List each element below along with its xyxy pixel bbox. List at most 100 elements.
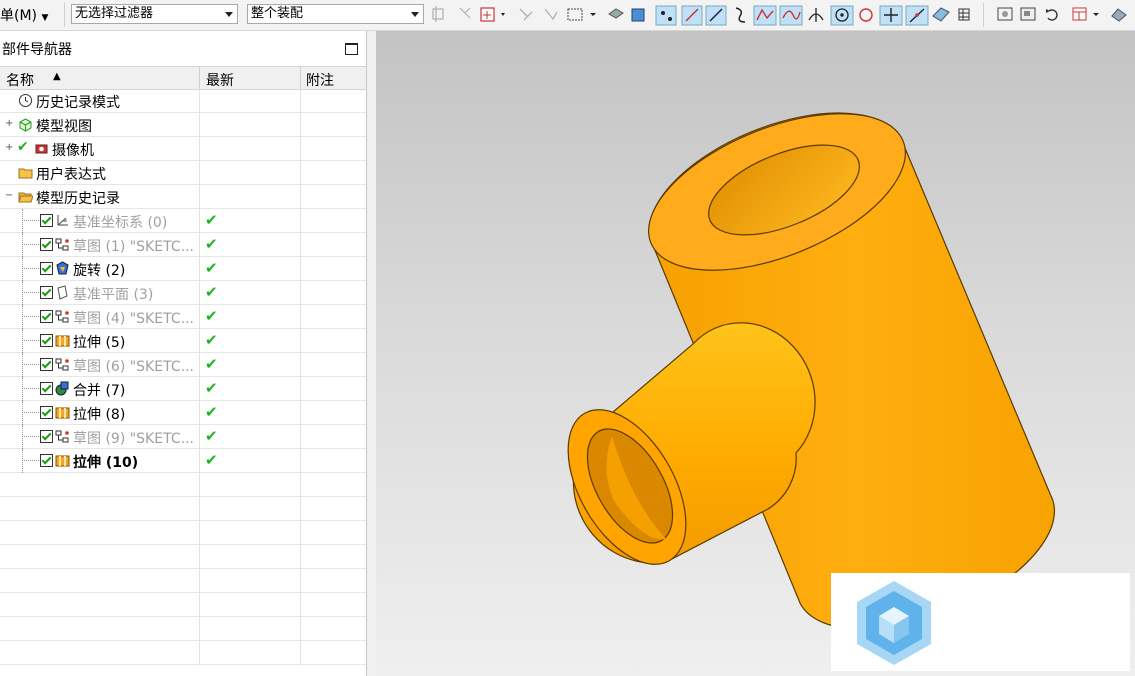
tree-row[interactable]: 拉伸 (5) ✔	[0, 329, 366, 353]
feature-checkbox[interactable]	[40, 430, 53, 443]
column-divider	[199, 209, 200, 233]
column-divider	[300, 401, 301, 425]
collapse-icon[interactable]: −	[5, 191, 13, 201]
tree-row[interactable]: 基准坐标系 (0) ✔	[0, 209, 366, 233]
tree-row[interactable]: 草图 (9) "SKETC... ✔	[0, 425, 366, 449]
tree-row-label: 旋转 (2)	[73, 263, 126, 279]
intersection-icon	[879, 5, 903, 26]
graphics-viewport[interactable]	[376, 31, 1135, 676]
tree-row[interactable]: 历史记录模式	[0, 89, 366, 113]
tree-row[interactable]: 草图 (6) "SKETC... ✔	[0, 353, 366, 377]
clock-icon	[18, 93, 33, 108]
tree-row[interactable]: 拉伸 (10) ✔	[0, 449, 366, 473]
up-to-date-check-icon: ✔	[205, 355, 218, 373]
connect-gray-icon	[519, 8, 533, 21]
watermark-box	[831, 573, 1130, 671]
column-divider	[199, 593, 200, 617]
tree-row-label: 草图 (6) "SKETC...	[73, 359, 194, 375]
quadrant-icon	[859, 8, 873, 22]
empty-row	[0, 521, 366, 545]
column-divider	[199, 401, 200, 425]
column-divider	[199, 617, 200, 641]
feature-checkbox[interactable]	[40, 334, 53, 347]
up-to-date-check-icon: ✔	[205, 403, 218, 421]
sketch-icon	[55, 309, 70, 324]
curve-icon	[735, 7, 746, 23]
tree-row[interactable]: 基准平面 (3) ✔	[0, 281, 366, 305]
feature-checkbox[interactable]	[40, 286, 53, 299]
column-divider	[199, 257, 200, 281]
box-select-icon	[567, 8, 596, 21]
column-divider	[300, 521, 301, 545]
tree-line	[22, 257, 23, 281]
tree-row-label: 历史记录模式	[36, 95, 120, 111]
tree-line	[22, 244, 39, 245]
tree-row[interactable]: + ✔ 摄像机	[0, 137, 366, 161]
tree-row[interactable]: 草图 (4) "SKETC... ✔	[0, 305, 366, 329]
select-mode-icon	[432, 6, 444, 22]
column-divider	[199, 113, 200, 137]
feature-checkbox[interactable]	[40, 358, 53, 371]
line-icon	[681, 5, 703, 26]
feature-checkbox[interactable]	[40, 382, 53, 395]
tree-row[interactable]: 旋转 (2) ✔	[0, 257, 366, 281]
revolve-icon	[55, 261, 70, 276]
expand-icon[interactable]: +	[5, 119, 13, 129]
visible-check-icon[interactable]: ✔	[17, 139, 29, 155]
layout-icon	[1072, 7, 1099, 21]
body-icon	[608, 8, 624, 19]
snap-point-icon	[655, 5, 677, 26]
maximize-icon[interactable]	[345, 43, 358, 55]
spline-icon	[779, 5, 803, 26]
tree-line	[22, 305, 23, 329]
tree-line	[22, 377, 23, 401]
column-divider	[199, 569, 200, 593]
column-divider	[300, 377, 301, 401]
feature-checkbox[interactable]	[40, 310, 53, 323]
navigator-tree: 历史记录模式 + 模型视图 + ✔ 摄像机 用户表达式 − 模型历史记录 基准坐标系 (0) ✔ 草图…	[0, 89, 366, 665]
panel-title: 部件导航器	[2, 42, 72, 58]
feature-checkbox[interactable]	[40, 406, 53, 419]
tree-line	[22, 281, 23, 305]
sort-ascending-icon[interactable]: ▲	[53, 71, 61, 82]
empty-row	[0, 569, 366, 593]
column-divider[interactable]	[300, 67, 301, 89]
column-divider	[300, 353, 301, 377]
up-to-date-check-icon: ✔	[205, 331, 218, 349]
column-divider	[199, 377, 200, 401]
datum-plane-icon	[55, 285, 70, 300]
column-divider	[199, 161, 200, 185]
up-to-date-check-icon: ✔	[205, 451, 218, 469]
tree-row[interactable]: 拉伸 (8) ✔	[0, 401, 366, 425]
feature-checkbox[interactable]	[40, 214, 53, 227]
feature-checkbox[interactable]	[40, 454, 53, 467]
part-navigator-panel: 部件导航器 名称 ▲ 最新 附注 历史记录模式 + 模型视图 + ✔ 摄像机 用户表达式 − 模…	[0, 31, 367, 676]
tree-row[interactable]: 合并 (7) ✔	[0, 377, 366, 401]
column-header-name[interactable]: 名称	[6, 70, 34, 90]
camera-icon	[34, 141, 49, 156]
tree-row-label: 拉伸 (8)	[73, 407, 126, 423]
tree-line	[22, 220, 39, 221]
add-selection-icon	[480, 7, 505, 22]
sketch-icon	[55, 357, 70, 372]
column-header-latest[interactable]: 最新	[206, 70, 234, 90]
feature-checkbox[interactable]	[40, 262, 53, 275]
column-divider	[199, 305, 200, 329]
tree-line	[22, 425, 23, 449]
column-divider	[199, 137, 200, 161]
column-header-notes[interactable]: 附注	[306, 70, 334, 90]
feature-checkbox[interactable]	[40, 238, 53, 251]
tree-row[interactable]: 草图 (1) "SKETC... ✔	[0, 233, 366, 257]
column-divider[interactable]	[199, 67, 200, 89]
line-icon-2	[705, 5, 727, 26]
tree-row-label: 用户表达式	[36, 167, 106, 183]
column-divider	[300, 89, 301, 113]
column-divider	[300, 281, 301, 305]
tree-row[interactable]: + 模型视图	[0, 113, 366, 137]
tree-row[interactable]: 用户表达式	[0, 161, 366, 185]
orient-view-icon	[1020, 7, 1036, 21]
expand-icon[interactable]: +	[5, 143, 13, 153]
tree-line	[22, 353, 23, 377]
column-divider	[199, 473, 200, 497]
tree-row[interactable]: − 模型历史记录	[0, 185, 366, 209]
